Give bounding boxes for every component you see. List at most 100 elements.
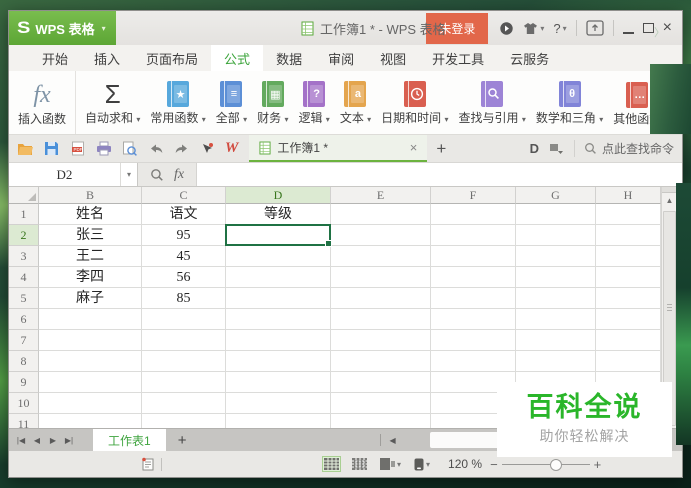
cell-H6[interactable] [596, 309, 661, 330]
cell-F2[interactable] [431, 225, 516, 246]
menu-tab-开发工具[interactable]: 开发工具 [419, 45, 497, 71]
cell-G1[interactable] [516, 204, 596, 225]
menu-tab-审阅[interactable]: 审阅 [315, 45, 367, 71]
row-header-1[interactable]: 1 [9, 204, 39, 225]
row-header-10[interactable]: 10 [9, 393, 39, 414]
cell-H1[interactable] [596, 204, 661, 225]
ribbon-insert-function[interactable]: fx 插入函数 [13, 71, 77, 134]
cell-C4[interactable]: 56 [142, 267, 226, 288]
cell-E6[interactable] [331, 309, 431, 330]
wps-menu-button[interactable]: S WPS 表格 ▾ [9, 11, 116, 45]
first-sheet-icon[interactable]: |◀ [15, 436, 27, 445]
next-sheet-icon[interactable]: ▶ [47, 436, 59, 445]
cell-B10[interactable] [39, 393, 142, 414]
column-header-C[interactable]: C [142, 187, 226, 204]
row-header-6[interactable]: 6 [9, 309, 39, 330]
cell-C6[interactable] [142, 309, 226, 330]
cell-F6[interactable] [431, 309, 516, 330]
cell-E10[interactable] [331, 393, 431, 414]
cell-G5[interactable] [516, 288, 596, 309]
print-icon[interactable] [95, 140, 112, 157]
formula-input[interactable] [196, 163, 682, 186]
cell-G4[interactable] [516, 267, 596, 288]
cell-C7[interactable] [142, 330, 226, 351]
undo-icon[interactable] [147, 140, 164, 157]
fill-handle[interactable] [325, 240, 332, 247]
ribbon-date-time[interactable]: 日期和时间 ▾ [376, 71, 453, 134]
reading-mode-icon[interactable]: ▾ [412, 456, 432, 473]
redo-icon[interactable] [173, 140, 190, 157]
row-header-3[interactable]: 3 [9, 246, 39, 267]
sheet-tab-active[interactable]: 工作表1 [93, 429, 166, 451]
cell-C5[interactable]: 85 [142, 288, 226, 309]
cell-E4[interactable] [331, 267, 431, 288]
page-break-view-icon[interactable] [350, 456, 369, 472]
cell-B7[interactable] [39, 330, 142, 351]
menu-tab-公式[interactable]: 公式 [211, 45, 264, 71]
row-header-2[interactable]: 2 [9, 225, 39, 246]
add-sheet-button[interactable]: + [170, 432, 195, 449]
prev-sheet-icon[interactable]: ◀ [31, 436, 43, 445]
cell-C2[interactable]: 95 [142, 225, 226, 246]
export-pdf-icon[interactable]: PDF [69, 140, 86, 157]
ribbon-all-functions[interactable]: ≡ 全部 ▾ [211, 71, 252, 134]
help-icon[interactable]: ? ▾ [553, 21, 566, 36]
cell-B9[interactable] [39, 372, 142, 393]
zoom-slider[interactable] [501, 458, 590, 471]
row-header-11[interactable]: 11 [9, 414, 39, 428]
maximize-button[interactable] [642, 23, 654, 33]
column-header-H[interactable]: H [596, 187, 661, 204]
cell-H3[interactable] [596, 246, 661, 267]
cell-D6[interactable] [226, 309, 331, 330]
chevron-down-icon[interactable]: ▾ [120, 163, 137, 186]
cell-B6[interactable] [39, 309, 142, 330]
cell-B11[interactable] [39, 414, 142, 428]
cell-B3[interactable]: 王二 [39, 246, 142, 267]
zoom-in-button[interactable]: + [594, 458, 602, 471]
insert-function-icon[interactable]: fx [174, 167, 184, 183]
cell-D5[interactable] [226, 288, 331, 309]
ribbon-lookup-reference[interactable]: 查找与引用 ▾ [454, 71, 531, 134]
find-command-box[interactable]: 点此查找命令 [573, 140, 674, 157]
cell-D8[interactable] [226, 351, 331, 372]
cell-B5[interactable]: 麻子 [39, 288, 142, 309]
print-preview-icon[interactable] [121, 140, 138, 157]
cell-E11[interactable] [331, 414, 431, 428]
minimize-button[interactable] [622, 23, 634, 34]
normal-view-icon[interactable] [322, 456, 341, 472]
cell-G8[interactable] [516, 351, 596, 372]
ribbon-math-trig[interactable]: θ 数学和三角 ▾ [531, 71, 608, 134]
cell-G7[interactable] [516, 330, 596, 351]
cell-B8[interactable] [39, 351, 142, 372]
selected-cell-D2[interactable] [225, 224, 332, 247]
new-tab-button[interactable]: + [436, 140, 446, 157]
cell-D11[interactable] [226, 414, 331, 428]
cell-F5[interactable] [431, 288, 516, 309]
tab-list-icon[interactable] [548, 140, 565, 157]
ink-cursor-icon[interactable] [199, 140, 216, 157]
cell-C11[interactable] [142, 414, 226, 428]
row-header-9[interactable]: 9 [9, 372, 39, 393]
cell-G2[interactable] [516, 225, 596, 246]
page-layout-view-icon[interactable]: ▾ [378, 456, 403, 472]
docer-icon[interactable]: D [530, 141, 539, 156]
cell-C8[interactable] [142, 351, 226, 372]
cell-F7[interactable] [431, 330, 516, 351]
cell-F8[interactable] [431, 351, 516, 372]
menu-tab-页面布局[interactable]: 页面布局 [133, 45, 211, 71]
close-tab-icon[interactable]: × [410, 140, 418, 155]
column-header-E[interactable]: E [331, 187, 431, 204]
last-sheet-icon[interactable]: ▶| [63, 436, 75, 445]
cell-E1[interactable] [331, 204, 431, 225]
column-header-B[interactable]: B [39, 187, 142, 204]
open-file-icon[interactable] [17, 140, 34, 157]
cell-F1[interactable] [431, 204, 516, 225]
cell-G6[interactable] [516, 309, 596, 330]
cell-H4[interactable] [596, 267, 661, 288]
menu-tab-云服务[interactable]: 云服务 [497, 45, 562, 71]
row-header-7[interactable]: 7 [9, 330, 39, 351]
clipboard-status-icon[interactable] [141, 457, 155, 471]
menu-tab-开始[interactable]: 开始 [29, 45, 81, 71]
cell-F4[interactable] [431, 267, 516, 288]
wps-writer-icon[interactable]: W [225, 140, 238, 157]
